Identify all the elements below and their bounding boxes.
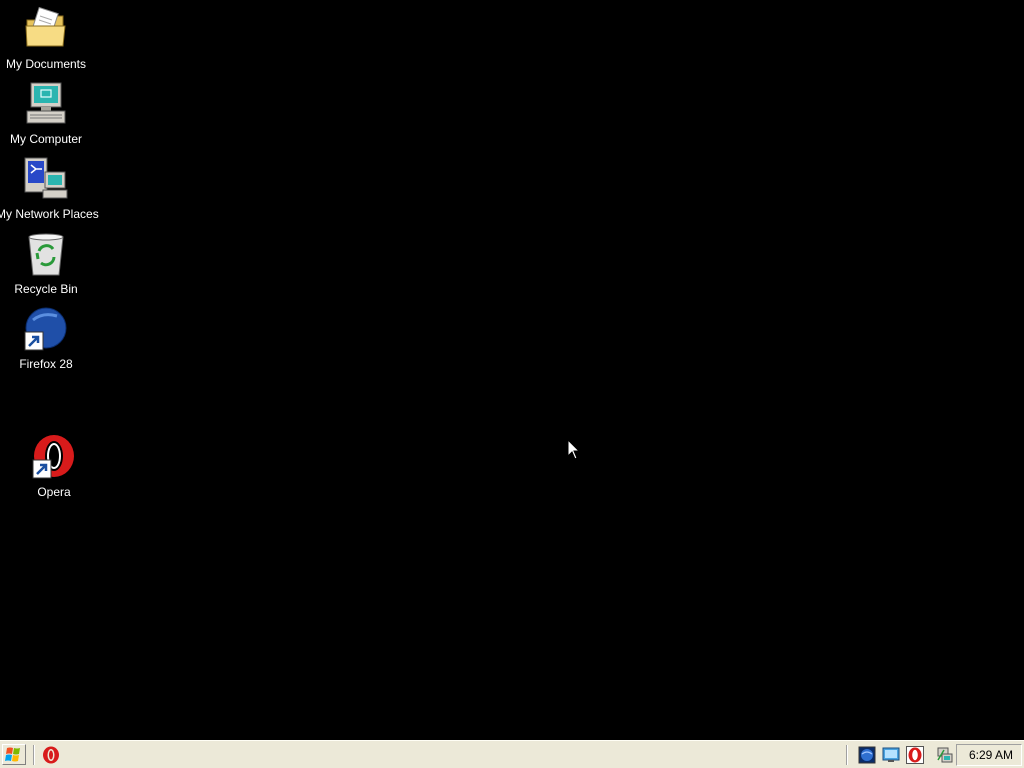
network-places-icon [24, 157, 68, 199]
taskbar-separator [846, 745, 848, 765]
screen: My Documents My Computer My Network Plac… [0, 0, 1024, 768]
tray-opera[interactable] [906, 746, 924, 764]
desktop-icon-my-computer[interactable]: My Computer [0, 79, 92, 151]
desktop-icon-recycle-bin[interactable]: Recycle Bin [0, 229, 92, 301]
system-tray: 6:29 AM [852, 744, 1022, 766]
desktop[interactable]: My Documents My Computer My Network Plac… [0, 0, 1024, 740]
opera-shortcut-icon [32, 435, 74, 479]
desktop-icon-label: Firefox 28 [19, 357, 73, 371]
desktop-icon-label: My Computer [9, 132, 83, 146]
desktop-icon-label: Recycle Bin [14, 282, 78, 296]
network-icon [937, 747, 953, 763]
desktop-icon-label: Opera [37, 485, 71, 499]
desktop-icon-my-documents[interactable]: My Documents [0, 4, 92, 76]
windows-flag-icon [5, 747, 20, 762]
globe-icon [858, 746, 876, 764]
opera-icon [906, 746, 924, 764]
opera-icon [43, 746, 59, 764]
tray-globe[interactable] [858, 746, 876, 764]
folder-documents-icon [25, 6, 66, 47]
desktop-icon-my-network-places[interactable]: My Network Places [0, 154, 99, 226]
taskbar: 6:29 AM [0, 740, 1024, 768]
quick-launch-opera[interactable] [42, 746, 60, 764]
desktop-icon-firefox-28[interactable]: Firefox 28 [0, 304, 92, 376]
mouse-cursor-icon [567, 439, 581, 460]
taskbar-separator [33, 745, 35, 765]
start-button[interactable] [2, 744, 26, 765]
monitor-icon [882, 747, 900, 762]
desktop-icon-opera[interactable]: Opera [8, 432, 100, 504]
tray-monitor[interactable] [882, 746, 900, 764]
taskbar-clock[interactable]: 6:29 AM [956, 744, 1022, 766]
tray-network[interactable] [936, 746, 954, 764]
desktop-icon-label: My Documents [5, 57, 87, 71]
desktop-icon-label: My Network Places [0, 207, 99, 221]
computer-icon [26, 82, 66, 124]
firefox-shortcut-icon [24, 307, 67, 351]
recycle-bin-icon [28, 233, 64, 276]
